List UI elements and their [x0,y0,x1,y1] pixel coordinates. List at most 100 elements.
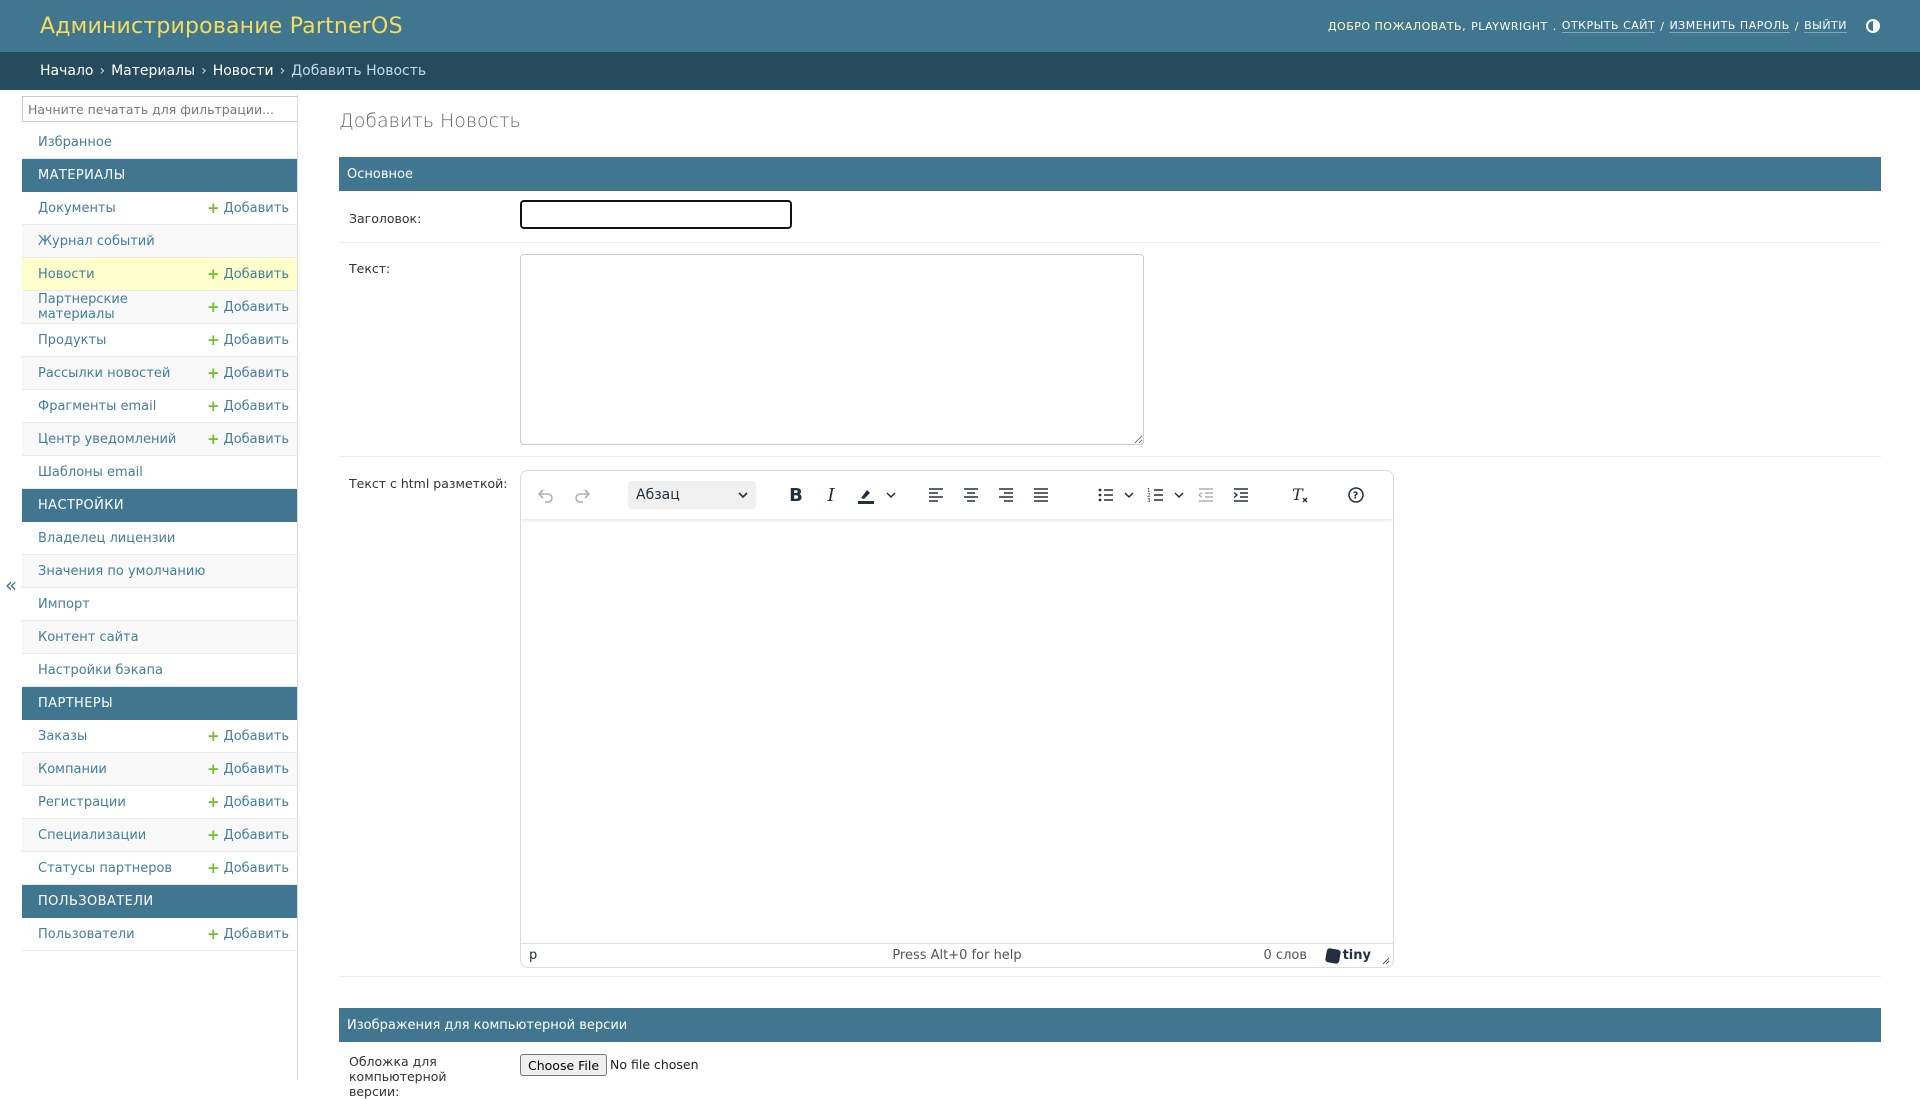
brand-label: tiny [1342,948,1371,963]
element-path[interactable]: p [529,948,537,963]
site-name[interactable]: Администрирование PartnerOS [40,14,403,39]
sidebar-item-label[interactable]: Пользователи [38,927,135,942]
breadcrumb-home[interactable]: Начало [40,63,93,79]
sidebar-item[interactable]: Статусы партнеров + Добавить [22,852,297,885]
theme-toggle-icon[interactable] [1866,19,1880,33]
bold-icon[interactable]: B [781,480,811,510]
sidebar-item[interactable]: Партнерские материалы + Добавить [22,291,297,324]
chevron-down-icon[interactable] [884,480,898,510]
align-justify-icon[interactable] [1026,480,1056,510]
sidebar-section-header[interactable]: МАТЕРИАЛЫ [22,159,297,192]
sidebar-item-label[interactable]: Импорт [38,597,90,612]
sidebar-item[interactable]: Настройки бэкапа [22,654,297,687]
sidebar-item-label[interactable]: Рассылки новостей [38,366,170,381]
chevron-down-icon[interactable] [1122,480,1136,510]
logout-link[interactable]: ВЫЙТИ [1804,19,1847,33]
breadcrumb-news[interactable]: Новости [213,63,274,79]
title-input[interactable] [520,200,792,229]
add-link[interactable]: + Добавить [207,265,289,283]
sidebar-item[interactable]: Специализации + Добавить [22,819,297,852]
add-link[interactable]: + Добавить [207,298,289,316]
block-format-value: Абзац [636,487,680,503]
sidebar-item-label[interactable]: Шаблоны email [38,465,143,480]
block-format-select[interactable]: Абзац [628,481,756,509]
align-center-icon[interactable] [956,480,986,510]
editor-statusbar: p Press Alt+0 for help 0 слов tiny [521,943,1393,967]
highlight-color-icon[interactable] [851,480,881,510]
sidebar-section-header[interactable]: ПАРТНЕРЫ [22,687,297,720]
change-password-link[interactable]: ИЗМЕНИТЬ ПАРОЛЬ [1669,19,1790,33]
chevron-down-icon[interactable] [1172,480,1186,510]
sidebar-section-header[interactable]: ПОЛЬЗОВАТЕЛИ [22,885,297,918]
sidebar-item-label[interactable]: Журнал событий [38,234,155,249]
sidebar-item[interactable]: Регистрации + Добавить [22,786,297,819]
bullet-list-icon[interactable] [1091,480,1121,510]
word-count[interactable]: 0 слов [1264,948,1307,963]
sidebar-item[interactable]: Заказы + Добавить [22,720,297,753]
add-link[interactable]: + Добавить [207,199,289,217]
add-link[interactable]: + Добавить [207,793,289,811]
sidebar-item-label[interactable]: Значения по умолчанию [38,564,205,579]
choose-file-button[interactable]: Choose File [520,1054,608,1076]
sidebar-item[interactable]: Новости + Добавить [22,258,297,291]
sidebar-item[interactable]: Значения по умолчанию [22,555,297,588]
indent-icon[interactable] [1226,480,1256,510]
plus-icon: + [206,199,220,217]
sidebar-item-label[interactable]: Центр уведомлений [38,432,176,447]
sidebar-section-header[interactable]: НАСТРОЙКИ [22,489,297,522]
sidebar-item-label[interactable]: Новости [38,267,95,282]
add-link[interactable]: + Добавить [207,859,289,877]
breadcrumb-materials[interactable]: Материалы [111,63,195,79]
sidebar-item[interactable]: Рассылки новостей + Добавить [22,357,297,390]
add-link[interactable]: + Добавить [207,760,289,778]
add-link[interactable]: + Добавить [207,430,289,448]
sidebar-item[interactable]: Импорт [22,588,297,621]
sidebar-item[interactable]: Документы + Добавить [22,192,297,225]
text-area[interactable] [520,254,1144,445]
sidebar-item-label[interactable]: Регистрации [38,795,126,810]
align-right-icon[interactable] [991,480,1021,510]
nav-filter-input[interactable] [22,96,297,122]
align-left-icon[interactable] [921,480,951,510]
sidebar-item-label[interactable]: Специализации [38,828,146,843]
sidebar-item[interactable]: Контент сайта [22,621,297,654]
sidebar-item-label[interactable]: Избранное [38,135,112,150]
toggle-sidebar-button[interactable]: « [0,90,22,1080]
redo-icon[interactable] [567,480,597,510]
sidebar-item[interactable]: Шаблоны email [22,456,297,489]
add-link[interactable]: + Добавить [207,331,289,349]
sidebar-item-label[interactable]: Настройки бэкапа [38,663,163,678]
sidebar-item[interactable]: Пользователи + Добавить [22,918,297,951]
sidebar-item-label[interactable]: Статусы партнеров [38,861,172,876]
sidebar-item[interactable]: Фрагменты email + Добавить [22,390,297,423]
numbered-list-icon[interactable]: 123 [1141,480,1171,510]
sidebar-item-favorites[interactable]: Избранное [22,126,297,159]
sidebar-item[interactable]: Центр уведомлений + Добавить [22,423,297,456]
undo-icon[interactable] [531,480,561,510]
sidebar-item-label[interactable]: Контент сайта [38,630,139,645]
clear-formatting-icon[interactable]: T [1285,480,1315,510]
sidebar-item-label[interactable]: Партнерские материалы [38,292,207,322]
outdent-icon[interactable] [1191,480,1221,510]
sidebar-item-label[interactable]: Продукты [38,333,106,348]
sidebar-item[interactable]: Журнал событий [22,225,297,258]
sidebar-item-label[interactable]: Фрагменты email [38,399,156,414]
italic-icon[interactable]: I [816,480,846,510]
help-icon[interactable]: ? [1341,480,1371,510]
view-site-link[interactable]: ОТКРЫТЬ САЙТ [1561,19,1656,33]
sidebar-item[interactable]: Владелец лицензии [22,522,297,555]
add-link[interactable]: + Добавить [207,925,289,943]
sidebar-item[interactable]: Продукты + Добавить [22,324,297,357]
sidebar-item-label[interactable]: Владелец лицензии [38,531,175,546]
sidebar-item-label[interactable]: Заказы [38,729,87,744]
sidebar-item-label[interactable]: Компании [38,762,107,777]
editor-content-area[interactable] [521,519,1393,945]
resize-handle-icon[interactable] [1380,954,1390,965]
add-link[interactable]: + Добавить [207,826,289,844]
sidebar-item-label[interactable]: Документы [38,201,116,216]
tiny-brand-link[interactable]: tiny [1324,947,1371,964]
sidebar-item[interactable]: Компании + Добавить [22,753,297,786]
add-link[interactable]: + Добавить [207,364,289,382]
add-link[interactable]: + Добавить [207,727,289,745]
add-link[interactable]: + Добавить [207,397,289,415]
